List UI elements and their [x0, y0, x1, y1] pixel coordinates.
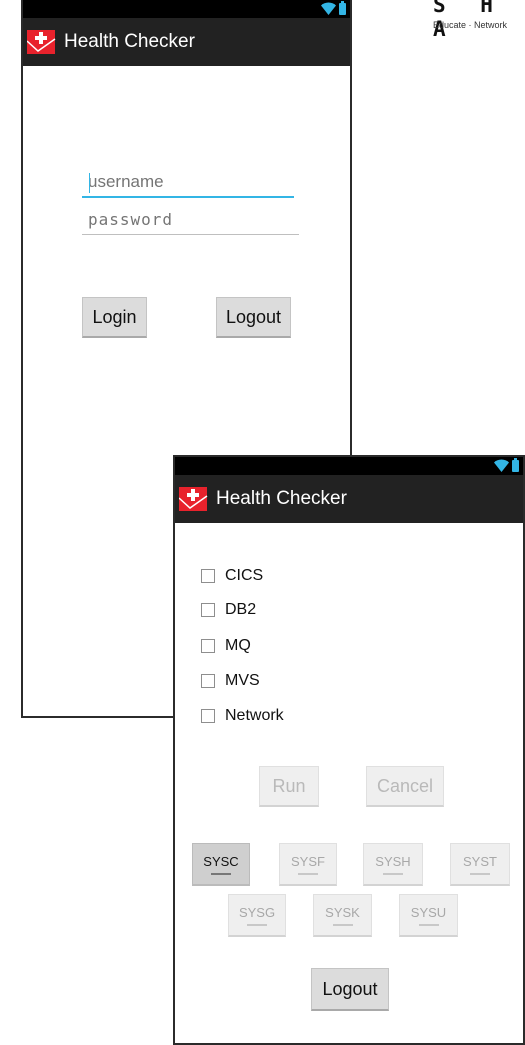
system-label: SYSF: [291, 853, 325, 869]
wifi-icon: [321, 2, 336, 15]
check-row-mq[interactable]: MQ: [201, 637, 251, 655]
checkbox-cics[interactable]: [201, 569, 215, 583]
check-label: MQ: [225, 637, 251, 654]
battery-icon: [339, 0, 346, 15]
battery-icon: [512, 457, 519, 472]
system-button-sysu[interactable]: SYSU: [399, 894, 458, 937]
check-label: Network: [225, 707, 284, 724]
system-button-syst[interactable]: SYST: [450, 843, 510, 886]
health-checker-app-icon: [27, 30, 56, 54]
check-label: CICS: [225, 567, 264, 584]
checkbox-network[interactable]: [201, 709, 215, 723]
system-button-sysf[interactable]: SYSF: [279, 843, 337, 886]
checkbox-mvs[interactable]: [201, 674, 215, 688]
corner-logo: S H A Educate · Network: [433, 0, 525, 41]
password-input[interactable]: [82, 207, 299, 235]
check-row-network[interactable]: Network: [201, 707, 284, 725]
status-bar: [175, 457, 523, 475]
system-button-sysh[interactable]: SYSH: [363, 843, 423, 886]
system-button-sysk[interactable]: SYSK: [313, 894, 372, 937]
system-button-sysg[interactable]: SYSG: [228, 894, 286, 937]
health-checker-app-icon: [179, 487, 208, 511]
system-label: SYSC: [203, 853, 239, 869]
app-title: Health Checker: [64, 31, 195, 52]
check-row-cics[interactable]: CICS: [201, 567, 263, 585]
check-label: DB2: [225, 601, 257, 618]
check-row-db2[interactable]: DB2: [201, 601, 256, 619]
checker-phone-screen: Health Checker CICS DB2 MQ MVS Network R…: [173, 455, 525, 1045]
system-button-sysc[interactable]: SYSC: [192, 843, 250, 886]
system-label: SYST: [463, 853, 497, 869]
status-bar: [23, 0, 350, 18]
run-button[interactable]: Run: [259, 766, 319, 807]
logout-button[interactable]: Logout: [216, 297, 291, 338]
action-bar: Health Checker: [175, 475, 523, 523]
logout-button[interactable]: Logout: [311, 968, 389, 1011]
wifi-icon: [494, 459, 509, 472]
check-row-mvs[interactable]: MVS: [201, 672, 260, 690]
check-label: MVS: [225, 672, 260, 689]
checkbox-mq[interactable]: [201, 639, 215, 653]
system-label: SYSK: [325, 904, 360, 920]
app-title: Health Checker: [216, 488, 347, 509]
text-cursor: [89, 173, 90, 193]
cancel-button[interactable]: Cancel: [366, 766, 444, 807]
system-label: SYSH: [375, 853, 411, 869]
checkbox-db2[interactable]: [201, 603, 215, 617]
action-bar: Health Checker: [23, 18, 350, 66]
login-button[interactable]: Login: [82, 297, 147, 338]
logo-tagline: Educate · Network: [433, 20, 508, 30]
system-label: SYSU: [410, 904, 447, 920]
system-label: SYSG: [238, 904, 276, 920]
username-input[interactable]: [82, 170, 294, 198]
